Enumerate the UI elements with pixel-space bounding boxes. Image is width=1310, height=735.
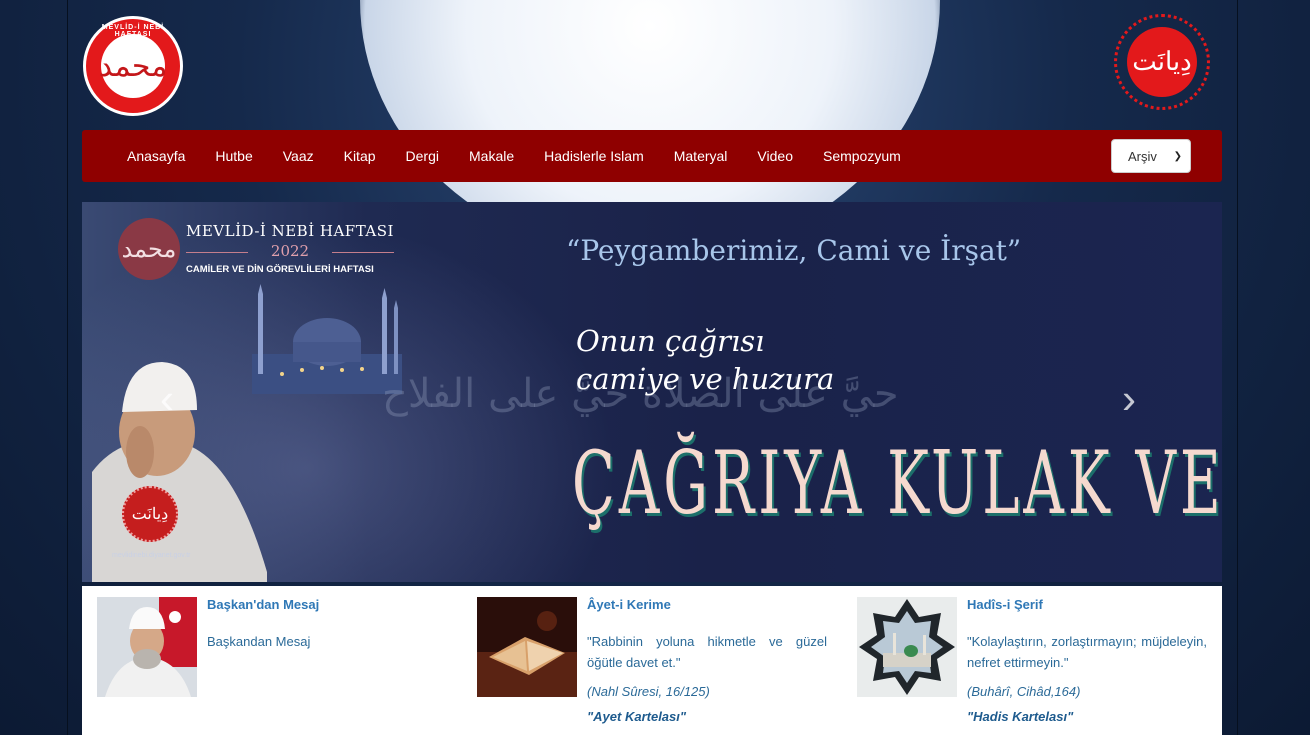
nav-item-vaaz[interactable]: Vaaz — [268, 148, 329, 164]
nav-item-materyal[interactable]: Materyal — [659, 148, 743, 164]
brand-seal-icon: محمد — [118, 218, 180, 280]
nav-item-video[interactable]: Video — [742, 148, 808, 164]
imam-illustration — [92, 362, 267, 582]
slider-site-url: mevlidinebi.diyanet.gov.tr — [112, 552, 191, 559]
card-text[interactable]: Başkandan Mesaj — [207, 632, 447, 653]
nav-item-dergi[interactable]: Dergi — [391, 148, 454, 164]
mevlid-logo-ring-text: MEVLİD-İ NEBİ HAFTASI — [101, 24, 165, 38]
page-container: MEVLİD-İ NEBİ HAFTASI محمد دِيانَت Anasa… — [82, 0, 1222, 735]
archive-select-value: Arşiv — [1128, 148, 1157, 164]
nav-item-sempozyum[interactable]: Sempozyum — [808, 148, 916, 164]
archive-select[interactable]: Arşiv ❯ — [1111, 139, 1191, 173]
diyanet-logo[interactable]: دِيانَت — [1114, 14, 1210, 110]
slider-line-1: Onun çağrısı — [576, 324, 765, 358]
quran-photo[interactable] — [477, 597, 577, 697]
slider-line-2: camiye ve huzura — [576, 362, 835, 396]
medina-photo[interactable] — [857, 597, 957, 697]
nav-list: Anasayfa Hutbe Vaaz Kitap Dergi Makale H… — [112, 148, 916, 164]
mevlid-logo[interactable]: MEVLİD-İ NEBİ HAFTASI محمد — [83, 16, 183, 116]
nav-item-makale[interactable]: Makale — [454, 148, 529, 164]
slider-quote: “Peygamberimiz, Cami ve İrşat” — [566, 234, 1022, 267]
content-cards: Başkan'dan Mesaj Başkandan Mesaj Âyet-i … — [82, 586, 1222, 735]
brand-subtitle: CAMİLER VE DİN GÖREVLİLERİ HAFTASI — [186, 264, 374, 275]
nav-item-hadislerle-islam[interactable]: Hadislerle Islam — [529, 148, 659, 164]
slider-next-arrow-icon[interactable]: › — [1122, 378, 1136, 420]
card-source: (Buhârî, Cihâd,164) — [967, 683, 1081, 699]
mevlid-logo-glyph: محمد — [99, 34, 167, 98]
card-ayet-i-kerime: Âyet-i Kerime "Rabbinin yoluna hikmetle … — [477, 597, 837, 735]
card-title[interactable]: Âyet-i Kerime — [587, 597, 827, 612]
nav-item-hutbe[interactable]: Hutbe — [200, 148, 267, 164]
card-body: Hadîs-i Şerif "Kolaylaştırın, zorlaştırm… — [967, 597, 1207, 724]
diyanet-logo-glyph: دِيانَت — [1127, 27, 1197, 97]
main-navbar: Anasayfa Hutbe Vaaz Kitap Dergi Makale H… — [82, 130, 1222, 182]
nav-item-kitap[interactable]: Kitap — [329, 148, 391, 164]
card-text: "Kolaylaştırın, zorlaştırmayın; müjdeley… — [967, 634, 1207, 670]
baskan-photo[interactable] — [97, 597, 197, 697]
card-body: Âyet-i Kerime "Rabbinin yoluna hikmetle … — [587, 597, 827, 724]
card-text: "Rabbinin yoluna hikmetle ve güzel öğütl… — [587, 634, 827, 670]
diyanet-seal-icon: دِيانَت — [122, 486, 178, 542]
card-hadis-i-serif: Hadîs-i Şerif "Kolaylaştırın, zorlaştırm… — [857, 597, 1217, 735]
card-body: Başkan'dan Mesaj Başkandan Mesaj — [207, 597, 447, 653]
brand-title: MEVLİD-İ NEBİ HAFTASI — [186, 222, 394, 240]
brand-year: 2022 — [186, 242, 394, 260]
card-source: (Nahl Sûresi, 16/125) — [587, 683, 710, 699]
chevron-down-icon: ❯ — [1173, 150, 1182, 162]
hero-slider: محمد MEVLİD-İ NEBİ HAFTASI 2022 CAMİLER … — [82, 202, 1222, 582]
slider-prev-arrow-icon[interactable]: ‹ — [160, 378, 174, 420]
frame-right-line — [1237, 0, 1238, 735]
card-title[interactable]: Başkan'dan Mesaj — [207, 597, 447, 612]
slider-headline: ÇAĞRIYA KULAK VER! — [572, 434, 1222, 535]
nav-item-anasayfa[interactable]: Anasayfa — [112, 148, 200, 164]
card-title[interactable]: Hadîs-i Şerif — [967, 597, 1207, 612]
hadis-kartelasi-link[interactable]: "Hadis Kartelası" — [967, 709, 1207, 724]
frame-left-line — [67, 0, 68, 735]
card-baskan-mesaj: Başkan'dan Mesaj Başkandan Mesaj — [97, 597, 457, 735]
ayet-kartelasi-link[interactable]: "Ayet Kartelası" — [587, 709, 827, 724]
